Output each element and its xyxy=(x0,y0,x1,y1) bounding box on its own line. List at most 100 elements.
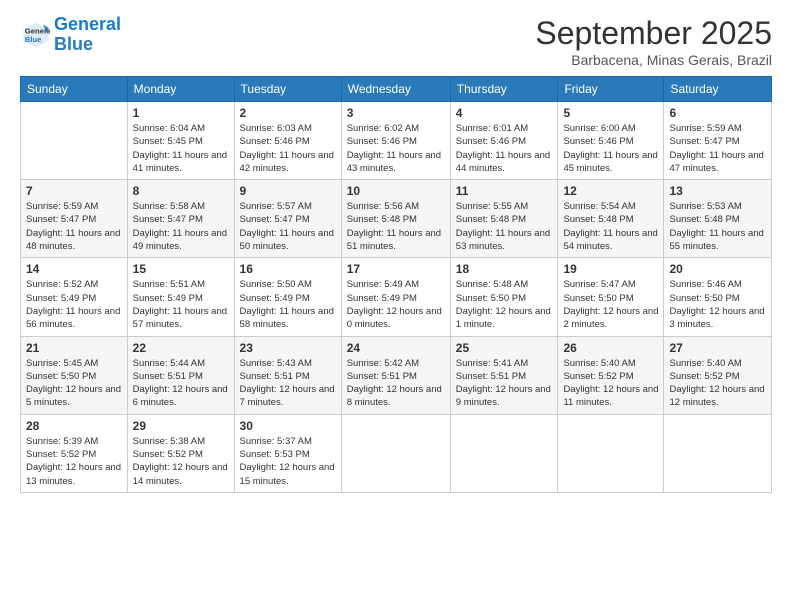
day-info: Sunrise: 5:47 AMSunset: 5:50 PMDaylight:… xyxy=(563,278,658,331)
day-info: Sunrise: 5:43 AMSunset: 5:51 PMDaylight:… xyxy=(240,357,336,410)
day-info: Sunrise: 5:40 AMSunset: 5:52 PMDaylight:… xyxy=(563,357,658,410)
day-info: Sunrise: 5:52 AMSunset: 5:49 PMDaylight:… xyxy=(26,278,122,331)
day-info: Sunrise: 5:37 AMSunset: 5:53 PMDaylight:… xyxy=(240,435,336,488)
day-info: Sunrise: 6:01 AMSunset: 5:46 PMDaylight:… xyxy=(456,122,553,175)
month-title: September 2025 xyxy=(535,15,772,52)
day-number: 3 xyxy=(347,106,445,120)
calendar-week-2: 7 Sunrise: 5:59 AMSunset: 5:47 PMDayligh… xyxy=(21,180,772,258)
day-number: 6 xyxy=(669,106,766,120)
calendar-cell: 2 Sunrise: 6:03 AMSunset: 5:46 PMDayligh… xyxy=(234,102,341,180)
header-saturday: Saturday xyxy=(664,77,772,102)
calendar-cell: 28 Sunrise: 5:39 AMSunset: 5:52 PMDaylig… xyxy=(21,414,128,492)
calendar-week-5: 28 Sunrise: 5:39 AMSunset: 5:52 PMDaylig… xyxy=(21,414,772,492)
calendar-cell: 11 Sunrise: 5:55 AMSunset: 5:48 PMDaylig… xyxy=(450,180,558,258)
calendar-cell: 12 Sunrise: 5:54 AMSunset: 5:48 PMDaylig… xyxy=(558,180,664,258)
calendar-cell xyxy=(558,414,664,492)
title-block: September 2025 Barbacena, Minas Gerais, … xyxy=(535,15,772,68)
day-info: Sunrise: 5:40 AMSunset: 5:52 PMDaylight:… xyxy=(669,357,766,410)
header: General Blue General Blue September 2025… xyxy=(20,15,772,68)
calendar-cell: 30 Sunrise: 5:37 AMSunset: 5:53 PMDaylig… xyxy=(234,414,341,492)
day-info: Sunrise: 6:04 AMSunset: 5:45 PMDaylight:… xyxy=(133,122,229,175)
day-number: 22 xyxy=(133,341,229,355)
day-info: Sunrise: 5:45 AMSunset: 5:50 PMDaylight:… xyxy=(26,357,122,410)
day-number: 9 xyxy=(240,184,336,198)
day-number: 12 xyxy=(563,184,658,198)
day-number: 29 xyxy=(133,419,229,433)
calendar-cell: 27 Sunrise: 5:40 AMSunset: 5:52 PMDaylig… xyxy=(664,336,772,414)
header-thursday: Thursday xyxy=(450,77,558,102)
day-info: Sunrise: 5:38 AMSunset: 5:52 PMDaylight:… xyxy=(133,435,229,488)
calendar-cell: 25 Sunrise: 5:41 AMSunset: 5:51 PMDaylig… xyxy=(450,336,558,414)
calendar-cell: 16 Sunrise: 5:50 AMSunset: 5:49 PMDaylig… xyxy=(234,258,341,336)
calendar-cell: 8 Sunrise: 5:58 AMSunset: 5:47 PMDayligh… xyxy=(127,180,234,258)
day-info: Sunrise: 5:49 AMSunset: 5:49 PMDaylight:… xyxy=(347,278,445,331)
calendar-header-row: Sunday Monday Tuesday Wednesday Thursday… xyxy=(21,77,772,102)
day-number: 28 xyxy=(26,419,122,433)
day-number: 27 xyxy=(669,341,766,355)
header-friday: Friday xyxy=(558,77,664,102)
day-info: Sunrise: 5:39 AMSunset: 5:52 PMDaylight:… xyxy=(26,435,122,488)
calendar-cell xyxy=(341,414,450,492)
day-number: 15 xyxy=(133,262,229,276)
logo: General Blue General Blue xyxy=(20,15,121,55)
day-number: 10 xyxy=(347,184,445,198)
calendar-cell: 14 Sunrise: 5:52 AMSunset: 5:49 PMDaylig… xyxy=(21,258,128,336)
calendar-week-4: 21 Sunrise: 5:45 AMSunset: 5:50 PMDaylig… xyxy=(21,336,772,414)
logo-text: General Blue xyxy=(54,15,121,55)
day-number: 8 xyxy=(133,184,229,198)
calendar-cell: 10 Sunrise: 5:56 AMSunset: 5:48 PMDaylig… xyxy=(341,180,450,258)
day-number: 23 xyxy=(240,341,336,355)
day-info: Sunrise: 5:59 AMSunset: 5:47 PMDaylight:… xyxy=(26,200,122,253)
calendar-cell: 3 Sunrise: 6:02 AMSunset: 5:46 PMDayligh… xyxy=(341,102,450,180)
subtitle: Barbacena, Minas Gerais, Brazil xyxy=(535,52,772,68)
day-info: Sunrise: 5:55 AMSunset: 5:48 PMDaylight:… xyxy=(456,200,553,253)
day-number: 5 xyxy=(563,106,658,120)
calendar-week-1: 1 Sunrise: 6:04 AMSunset: 5:45 PMDayligh… xyxy=(21,102,772,180)
calendar-cell: 6 Sunrise: 5:59 AMSunset: 5:47 PMDayligh… xyxy=(664,102,772,180)
logo-line2: Blue xyxy=(54,34,93,54)
day-number: 18 xyxy=(456,262,553,276)
svg-text:Blue: Blue xyxy=(25,35,42,44)
day-number: 17 xyxy=(347,262,445,276)
day-number: 2 xyxy=(240,106,336,120)
calendar-cell: 19 Sunrise: 5:47 AMSunset: 5:50 PMDaylig… xyxy=(558,258,664,336)
day-info: Sunrise: 5:41 AMSunset: 5:51 PMDaylight:… xyxy=(456,357,553,410)
day-number: 1 xyxy=(133,106,229,120)
calendar-cell xyxy=(664,414,772,492)
day-info: Sunrise: 5:57 AMSunset: 5:47 PMDaylight:… xyxy=(240,200,336,253)
day-number: 20 xyxy=(669,262,766,276)
day-info: Sunrise: 6:02 AMSunset: 5:46 PMDaylight:… xyxy=(347,122,445,175)
day-info: Sunrise: 5:44 AMSunset: 5:51 PMDaylight:… xyxy=(133,357,229,410)
calendar-cell: 9 Sunrise: 5:57 AMSunset: 5:47 PMDayligh… xyxy=(234,180,341,258)
day-info: Sunrise: 5:42 AMSunset: 5:51 PMDaylight:… xyxy=(347,357,445,410)
calendar-cell: 24 Sunrise: 5:42 AMSunset: 5:51 PMDaylig… xyxy=(341,336,450,414)
day-number: 16 xyxy=(240,262,336,276)
calendar-cell: 5 Sunrise: 6:00 AMSunset: 5:46 PMDayligh… xyxy=(558,102,664,180)
calendar-cell: 13 Sunrise: 5:53 AMSunset: 5:48 PMDaylig… xyxy=(664,180,772,258)
calendar-cell: 18 Sunrise: 5:48 AMSunset: 5:50 PMDaylig… xyxy=(450,258,558,336)
day-number: 21 xyxy=(26,341,122,355)
calendar-cell: 26 Sunrise: 5:40 AMSunset: 5:52 PMDaylig… xyxy=(558,336,664,414)
calendar-cell: 1 Sunrise: 6:04 AMSunset: 5:45 PMDayligh… xyxy=(127,102,234,180)
day-number: 30 xyxy=(240,419,336,433)
calendar-cell: 23 Sunrise: 5:43 AMSunset: 5:51 PMDaylig… xyxy=(234,336,341,414)
day-info: Sunrise: 6:00 AMSunset: 5:46 PMDaylight:… xyxy=(563,122,658,175)
header-wednesday: Wednesday xyxy=(341,77,450,102)
day-number: 11 xyxy=(456,184,553,198)
calendar-cell: 15 Sunrise: 5:51 AMSunset: 5:49 PMDaylig… xyxy=(127,258,234,336)
header-monday: Monday xyxy=(127,77,234,102)
calendar-cell: 4 Sunrise: 6:01 AMSunset: 5:46 PMDayligh… xyxy=(450,102,558,180)
logo-line1: General xyxy=(54,14,121,34)
day-number: 25 xyxy=(456,341,553,355)
day-info: Sunrise: 6:03 AMSunset: 5:46 PMDaylight:… xyxy=(240,122,336,175)
day-info: Sunrise: 5:46 AMSunset: 5:50 PMDaylight:… xyxy=(669,278,766,331)
calendar-cell: 22 Sunrise: 5:44 AMSunset: 5:51 PMDaylig… xyxy=(127,336,234,414)
day-info: Sunrise: 5:56 AMSunset: 5:48 PMDaylight:… xyxy=(347,200,445,253)
logo-icon: General Blue xyxy=(22,21,50,49)
day-info: Sunrise: 5:53 AMSunset: 5:48 PMDaylight:… xyxy=(669,200,766,253)
day-number: 14 xyxy=(26,262,122,276)
day-number: 19 xyxy=(563,262,658,276)
page: General Blue General Blue September 2025… xyxy=(0,0,792,612)
calendar-cell: 29 Sunrise: 5:38 AMSunset: 5:52 PMDaylig… xyxy=(127,414,234,492)
day-number: 24 xyxy=(347,341,445,355)
